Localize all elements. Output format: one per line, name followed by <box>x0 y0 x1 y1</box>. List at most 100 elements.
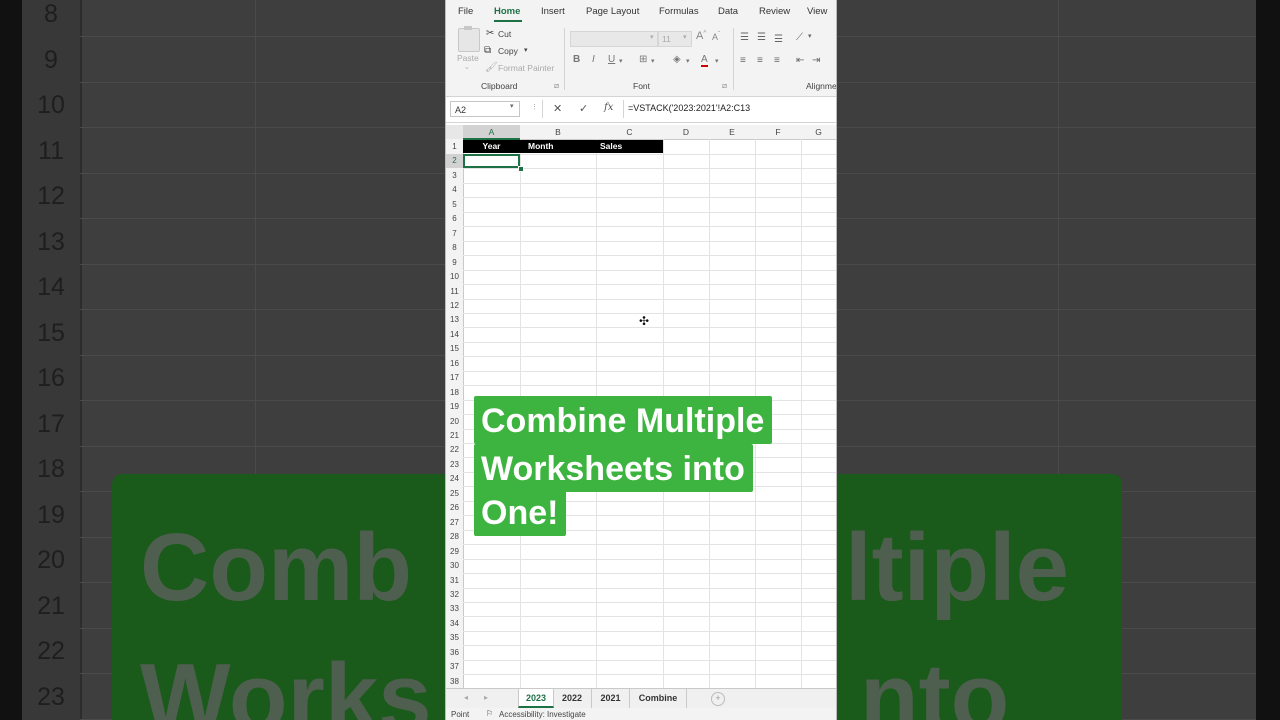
row-header-5[interactable]: 5 <box>446 198 463 212</box>
copy-dropdown-icon[interactable]: ▾ <box>524 46 528 54</box>
insert-function-icon[interactable]: fx <box>604 102 613 113</box>
row-header-28[interactable]: 28 <box>446 530 463 544</box>
row-header-3[interactable]: 3 <box>446 169 463 183</box>
row-header-15[interactable]: 15 <box>446 342 463 356</box>
paste-button[interactable]: Paste <box>457 53 479 63</box>
row-header-24[interactable]: 24 <box>446 472 463 486</box>
add-sheet-icon[interactable]: + <box>711 692 725 706</box>
row-header-29[interactable]: 29 <box>446 545 463 559</box>
cut-icon[interactable]: ✂ <box>486 28 494 39</box>
column-header-f[interactable]: F <box>755 125 801 139</box>
orientation-dropdown-icon[interactable]: ▾ <box>808 32 812 40</box>
tab-review[interactable]: Review <box>759 6 790 17</box>
next-sheet-icon[interactable]: ▸ <box>484 693 488 702</box>
fill-color-dropdown-icon[interactable]: ▾ <box>686 57 690 65</box>
formula-bar-grip-icon[interactable]: ⋮ <box>531 103 538 111</box>
sheet-tab-2021[interactable]: 2021 <box>592 689 630 708</box>
row-header-19[interactable]: 19 <box>446 400 463 414</box>
sheet-tab-combine[interactable]: Combine <box>630 689 687 708</box>
row-header-13[interactable]: 13 <box>446 313 463 327</box>
row-header-9[interactable]: 9 <box>446 256 463 270</box>
decrease-font-size-icon[interactable]: Aˇ <box>712 32 720 42</box>
active-cell[interactable] <box>463 154 520 168</box>
header-cell-year[interactable]: Year <box>463 140 520 153</box>
font-dialog-launcher-icon[interactable]: ⧄ <box>722 81 727 91</box>
row-header-25[interactable]: 25 <box>446 487 463 501</box>
tab-formulas[interactable]: Formulas <box>659 6 699 17</box>
fill-color-icon[interactable]: ◈ <box>673 54 681 65</box>
row-header-11[interactable]: 11 <box>446 285 463 299</box>
row-header-7[interactable]: 7 <box>446 227 463 241</box>
align-right-icon[interactable]: ≡ <box>774 55 780 66</box>
underline-dropdown-icon[interactable]: ▾ <box>619 57 623 65</box>
formula-input[interactable]: =VSTACK('2023:2021'!A2:C13 <box>628 103 750 113</box>
paste-dropdown-icon[interactable]: ⌄ <box>464 63 470 71</box>
tab-view[interactable]: View <box>807 6 827 17</box>
tab-home[interactable]: Home <box>494 6 520 17</box>
column-header-d[interactable]: D <box>663 125 709 139</box>
column-header-b[interactable]: B <box>520 125 596 139</box>
middle-align-icon[interactable]: ☰ <box>757 32 766 43</box>
cancel-icon[interactable]: ✕ <box>553 102 562 115</box>
row-header-36[interactable]: 36 <box>446 646 463 660</box>
row-header-32[interactable]: 32 <box>446 588 463 602</box>
row-header-4[interactable]: 4 <box>446 183 463 197</box>
bottom-align-icon[interactable]: ☰ <box>774 34 783 45</box>
row-header-12[interactable]: 12 <box>446 299 463 313</box>
row-header-35[interactable]: 35 <box>446 631 463 645</box>
row-header-8[interactable]: 8 <box>446 241 463 255</box>
sheet-tab-2022[interactable]: 2022 <box>553 689 592 708</box>
font-color-icon[interactable]: A <box>701 54 708 67</box>
header-cell-sales[interactable]: Sales <box>596 140 663 153</box>
increase-indent-icon[interactable]: ⇥ <box>812 55 820 66</box>
accessibility-status[interactable]: Accessibility: Investigate <box>499 710 586 719</box>
row-header-33[interactable]: 33 <box>446 602 463 616</box>
row-header-17[interactable]: 17 <box>446 371 463 385</box>
row-header-27[interactable]: 27 <box>446 516 463 530</box>
orientation-icon[interactable]: ⟋ <box>796 32 803 43</box>
row-header-22[interactable]: 22 <box>446 443 463 457</box>
previous-sheet-icon[interactable]: ◂ <box>464 693 468 702</box>
align-center-icon[interactable]: ≡ <box>757 55 763 66</box>
column-header-g[interactable]: G <box>801 125 836 139</box>
tab-page-layout[interactable]: Page Layout <box>586 6 639 17</box>
select-all-corner[interactable] <box>446 125 463 139</box>
row-header-34[interactable]: 34 <box>446 617 463 631</box>
row-header-31[interactable]: 31 <box>446 574 463 588</box>
top-align-icon[interactable]: ☰ <box>740 32 749 43</box>
underline-button[interactable]: U <box>608 54 615 65</box>
row-header-16[interactable]: 16 <box>446 357 463 371</box>
increase-font-size-icon[interactable]: A^ <box>696 30 706 42</box>
row-header-21[interactable]: 21 <box>446 429 463 443</box>
row-header-30[interactable]: 30 <box>446 559 463 573</box>
tab-data[interactable]: Data <box>718 6 738 17</box>
font-name-box[interactable] <box>570 31 658 47</box>
row-header-38[interactable]: 38 <box>446 675 463 689</box>
font-size-dropdown-icon[interactable]: ▾ <box>683 33 687 41</box>
enter-icon[interactable]: ✓ <box>579 102 588 115</box>
row-header-14[interactable]: 14 <box>446 328 463 342</box>
row-header-10[interactable]: 10 <box>446 270 463 284</box>
row-header-2[interactable]: 2 <box>446 154 463 169</box>
sheet-tab-2023[interactable]: 2023 <box>518 689 554 708</box>
font-name-dropdown-icon[interactable]: ▾ <box>650 33 654 41</box>
header-cell-month[interactable]: Month <box>520 140 596 153</box>
copy-icon[interactable]: ⧉ <box>484 45 491 56</box>
fill-handle[interactable] <box>518 166 524 172</box>
row-header-37[interactable]: 37 <box>446 660 463 674</box>
row-header-1[interactable]: 1 <box>446 140 463 154</box>
cut-button[interactable]: Cut <box>498 29 511 39</box>
tab-insert[interactable]: Insert <box>541 6 565 17</box>
column-header-a[interactable]: A <box>463 125 520 140</box>
paste-icon[interactable] <box>458 26 480 52</box>
align-left-icon[interactable]: ≡ <box>740 55 746 66</box>
copy-button[interactable]: Copy <box>498 46 518 56</box>
row-header-18[interactable]: 18 <box>446 386 463 400</box>
tab-file[interactable]: File <box>458 6 473 17</box>
row-header-23[interactable]: 23 <box>446 458 463 472</box>
accessibility-icon[interactable]: ⚐ <box>486 709 493 718</box>
format-painter-icon[interactable]: 🖌 <box>485 62 498 73</box>
row-header-26[interactable]: 26 <box>446 501 463 515</box>
format-painter-button[interactable]: Format Painter <box>498 63 554 73</box>
borders-dropdown-icon[interactable]: ▾ <box>651 57 655 65</box>
